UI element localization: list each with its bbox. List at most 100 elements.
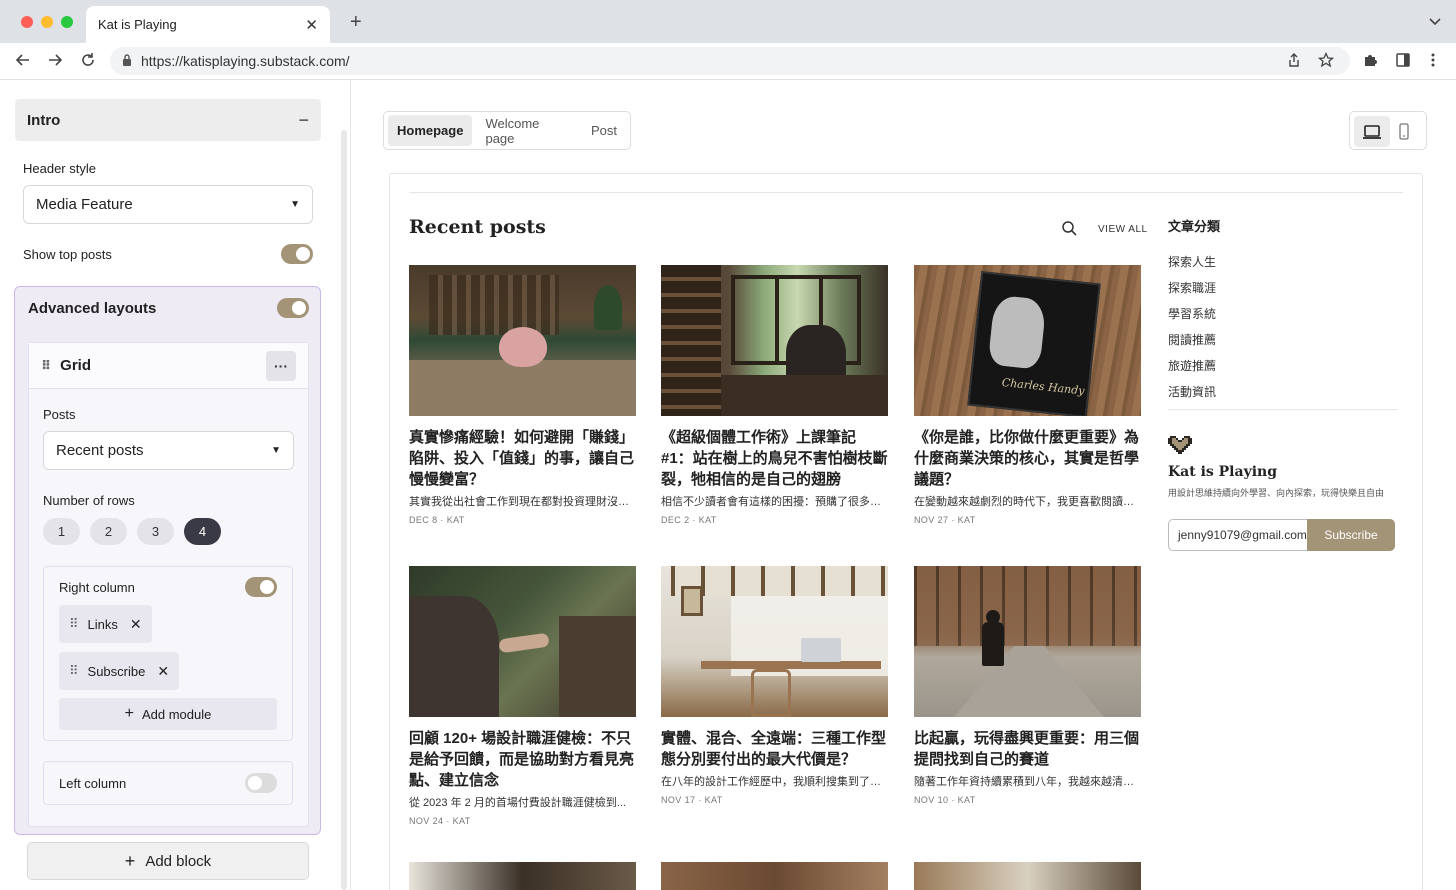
drag-handle-icon[interactable]: ⠿: [69, 616, 78, 632]
intro-section-header[interactable]: Intro −: [15, 99, 321, 141]
reload-icon[interactable]: [79, 51, 97, 74]
tab-close-icon[interactable]: ✕: [305, 16, 318, 34]
view-all-link[interactable]: VIEW ALL: [1098, 224, 1148, 235]
advanced-layouts-block[interactable]: Advanced layouts ⠿ Grid ··· Posts Recent…: [14, 286, 321, 835]
search-icon[interactable]: [1061, 220, 1077, 241]
post-meta: NOV 17 · KAT: [661, 795, 723, 805]
post-thumbnail: [409, 862, 636, 890]
kebab-menu-icon[interactable]: [1429, 52, 1437, 72]
share-icon[interactable]: [1286, 52, 1302, 72]
post-card[interactable]: 實體、混合、全遠端：三種工作型態分別要付出的最大代價是？ 在八年的設計工作經歷中…: [661, 566, 888, 805]
category-link[interactable]: 探索人生: [1168, 253, 1216, 270]
grid-more-menu-button[interactable]: ···: [266, 350, 296, 381]
category-link[interactable]: 探索職涯: [1168, 279, 1216, 296]
subscribe-button[interactable]: Subscribe: [1307, 519, 1395, 551]
post-title[interactable]: 實體、混合、全遠端：三種工作型態分別要付出的最大代價是？: [661, 728, 888, 770]
remove-module-icon[interactable]: ✕: [157, 663, 169, 680]
bookmark-star-icon[interactable]: [1317, 51, 1335, 72]
side-panel-icon[interactable]: [1395, 52, 1411, 72]
header-style-select[interactable]: Media Feature ▼: [23, 185, 313, 224]
grid-header[interactable]: ⠿ Grid ···: [29, 343, 308, 389]
divider: [1168, 409, 1398, 410]
tab-title: Kat is Playing: [98, 17, 177, 32]
post-meta: DEC 2 · KAT: [661, 515, 717, 525]
laptop-icon: [1363, 124, 1381, 139]
left-column-toggle[interactable]: [245, 773, 277, 793]
advanced-layouts-toggle[interactable]: [277, 298, 309, 318]
drag-handle-icon[interactable]: ⠿: [41, 358, 51, 374]
category-link[interactable]: 學習系統: [1168, 305, 1216, 322]
category-link[interactable]: 旅遊推薦: [1168, 357, 1216, 374]
preview-area: Homepage Welcome page Post Recent posts …: [352, 80, 1456, 890]
post-title[interactable]: 回顧 120+ 場設計職涯健檢：不只是給予回饋，而是協助對方看見亮點、建立信念: [409, 728, 636, 791]
new-tab-button[interactable]: +: [350, 12, 362, 32]
rows-option-4[interactable]: 4: [184, 518, 221, 545]
post-subtitle: 從 2023 年 2 月的首場付費設計職涯健檢到...: [409, 797, 626, 809]
post-thumbnail: Charles Handy: [914, 265, 1141, 416]
back-arrow-icon[interactable]: [14, 51, 32, 74]
tab-welcome-page[interactable]: Welcome page: [476, 115, 578, 146]
rows-option-1[interactable]: 1: [43, 518, 80, 545]
device-switcher: [1349, 111, 1427, 150]
sidebar-scrollbar[interactable]: [341, 130, 347, 890]
post-card[interactable]: 回顧 120+ 場設計職涯健檢：不只是給予回饋，而是協助對方看見亮點、建立信念 …: [409, 566, 636, 826]
module-chip-label: Links: [87, 616, 118, 632]
posts-source-value: Recent posts: [56, 442, 144, 459]
post-subtitle: 在變動越來越劇烈的時代下，我更喜歡閱讀那...: [914, 496, 1141, 508]
intro-title: Intro: [27, 111, 61, 129]
category-link[interactable]: 閱讀推薦: [1168, 331, 1216, 348]
preview-tabs: Homepage Welcome page Post: [383, 111, 631, 150]
pixel-heart-icon: [1168, 434, 1192, 461]
module-chip-label: Subscribe: [87, 663, 146, 679]
close-window-button[interactable]: [21, 16, 33, 28]
post-thumbnail: [661, 566, 888, 717]
add-block-button[interactable]: + Add block: [27, 842, 309, 880]
rows-selector: 1 2 3 4: [43, 518, 221, 545]
extensions-puzzle-icon[interactable]: [1362, 52, 1378, 72]
minimize-window-button[interactable]: [41, 16, 53, 28]
rows-option-3[interactable]: 3: [137, 518, 174, 545]
tab-search-chevron-icon[interactable]: [1428, 14, 1442, 30]
lock-icon: [122, 53, 132, 69]
publication-name: Kat is Playing: [1168, 464, 1277, 480]
post-meta: DEC 8 · KAT: [409, 515, 465, 525]
desktop-view-button[interactable]: [1354, 116, 1390, 147]
post-card[interactable]: 《超級個體工作術》上課筆記 #1：站在樹上的鳥兒不害怕樹枝斷裂，牠相信的是自己的…: [661, 265, 888, 525]
email-input[interactable]: jenny91079@gmail.com: [1168, 519, 1308, 551]
add-module-button[interactable]: + Add module: [59, 698, 277, 730]
publication-preview: Recent posts VIEW ALL 真實慘痛經驗！如何避開「賺錢」陷阱、…: [389, 173, 1423, 890]
remove-module-icon[interactable]: ✕: [130, 616, 142, 633]
tab-post[interactable]: Post: [582, 115, 626, 146]
tab-homepage[interactable]: Homepage: [388, 115, 473, 146]
module-chip-subscribe[interactable]: ⠿ Subscribe ✕: [59, 652, 180, 690]
post-card[interactable]: 真實慘痛經驗！如何避開「賺錢」陷阱、投入「值錢」的事，讓自己慢慢變富？ 其實我從…: [409, 265, 636, 525]
right-column-toggle[interactable]: [245, 577, 277, 597]
grid-title: Grid: [60, 357, 91, 374]
window-controls: [21, 16, 73, 28]
dropdown-caret-icon: ▼: [271, 445, 281, 456]
post-title[interactable]: 真實慘痛經驗！如何避開「賺錢」陷阱、投入「值錢」的事，讓自己慢慢變富？: [409, 427, 636, 490]
post-thumbnail: [409, 566, 636, 717]
category-link[interactable]: 活動資訊: [1168, 383, 1216, 400]
browser-tab[interactable]: Kat is Playing ✕: [86, 6, 330, 43]
forward-arrow-icon[interactable]: [46, 51, 64, 74]
show-top-posts-toggle[interactable]: [281, 244, 313, 264]
zoom-window-button[interactable]: [61, 16, 73, 28]
plus-icon: +: [124, 850, 136, 871]
post-title[interactable]: 《你是誰，比你做什麼更重要》為什麼商業決策的核心，其實是哲學議題？: [914, 427, 1141, 490]
number-of-rows-label: Number of rows: [43, 493, 135, 508]
post-subtitle: 其實我從出社會工作到現在都對投資理財沒什...: [409, 496, 636, 508]
mobile-view-button[interactable]: [1398, 123, 1410, 145]
post-card[interactable]: Charles Handy 《你是誰，比你做什麼更重要》為什麼商業決策的核心，其…: [914, 265, 1141, 525]
drag-handle-icon[interactable]: ⠿: [69, 663, 78, 679]
browser-toolbar: https://katisplaying.substack.com/: [0, 43, 1456, 80]
post-title[interactable]: 比起贏，玩得盡興更重要：用三個提問找到自己的賽道: [914, 728, 1141, 770]
rows-option-2[interactable]: 2: [90, 518, 127, 545]
publication-tagline: 用設計思維持續向外學習、向內探索，玩得快樂且自由: [1168, 488, 1385, 498]
posts-source-select[interactable]: Recent posts ▼: [43, 431, 294, 470]
address-bar[interactable]: https://katisplaying.substack.com/: [110, 47, 1350, 75]
post-card[interactable]: 比起贏，玩得盡興更重要：用三個提問找到自己的賽道 隨著工作年資持續累積到八年，我…: [914, 566, 1141, 805]
post-title[interactable]: 《超級個體工作術》上課筆記 #1：站在樹上的鳥兒不害怕樹枝斷裂，牠相信的是自己的…: [661, 427, 888, 490]
collapse-minus-icon[interactable]: −: [298, 110, 309, 131]
module-chip-links[interactable]: ⠿ Links ✕: [59, 605, 152, 643]
